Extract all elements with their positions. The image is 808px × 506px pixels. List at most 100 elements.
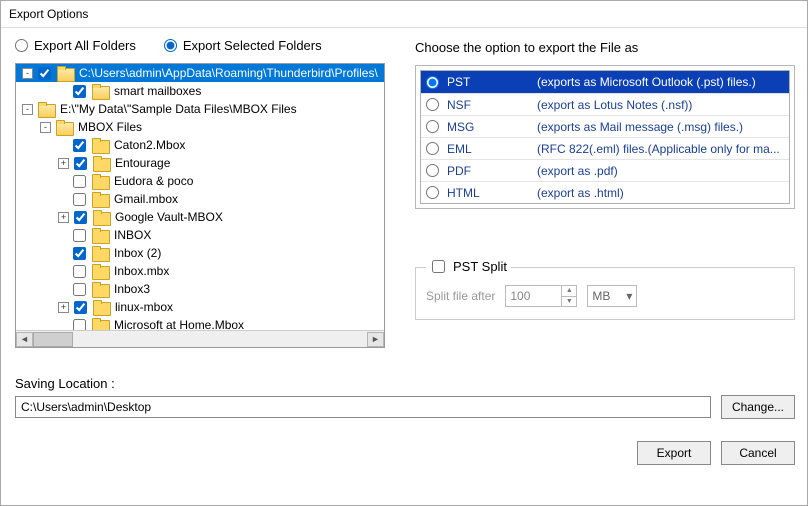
tree-row[interactable]: Microsoft at Home.Mbox [16,316,384,330]
tree-label: Microsoft at Home.Mbox [112,318,244,330]
folder-icon [92,84,108,98]
scroll-track[interactable] [33,332,367,347]
tree-label: E:\"My Data\"Sample Data Files\MBOX File… [58,102,297,116]
collapse-icon[interactable]: - [22,68,33,79]
scroll-thumb[interactable] [33,332,73,347]
tree-row[interactable]: Inbox3 [16,280,384,298]
format-panel: PST(exports as Microsoft Outlook (.pst) … [415,65,795,209]
format-name: NSF [447,98,537,112]
format-radio[interactable] [426,164,439,177]
format-radio[interactable] [426,76,439,89]
split-size-field[interactable] [506,286,561,306]
tree-label: INBOX [112,228,151,242]
format-radio[interactable] [426,120,439,133]
radio-export-all-label: Export All Folders [34,38,136,53]
cancel-button[interactable]: Cancel [721,441,795,465]
chevron-down-icon: ▾ [626,289,632,303]
tree-label: Caton2.Mbox [112,138,185,152]
format-option-html[interactable]: HTML(export as .html) [421,181,789,203]
tree-checkbox[interactable] [73,247,86,260]
folder-icon [92,192,108,206]
tree-row[interactable]: Gmail.mbox [16,190,384,208]
tree-checkbox[interactable] [73,193,86,206]
format-option-eml[interactable]: EML(RFC 822(.eml) files.(Applicable only… [421,137,789,159]
tree-row[interactable]: +Google Vault-MBOX [16,208,384,226]
format-option-msg[interactable]: MSG(exports as Mail message (.msg) files… [421,115,789,137]
tree-row[interactable]: Inbox (2) [16,244,384,262]
radio-export-all[interactable]: Export All Folders [15,38,136,53]
pst-split-group: PST Split Split file after ▲▼ MB▾ [415,267,795,320]
tree-row[interactable]: Eudora & poco [16,172,384,190]
folder-icon [92,246,108,260]
horizontal-scrollbar[interactable]: ◄ ► [16,330,384,347]
folder-icon [92,318,108,330]
tree-checkbox[interactable] [73,283,86,296]
tree-checkbox[interactable] [38,67,51,80]
folder-tree: - C:\Users\admin\AppData\Roaming\Thunderb… [15,63,385,348]
format-desc: (exports as Microsoft Outlook (.pst) fil… [537,75,789,89]
format-radio[interactable] [426,142,439,155]
tree-checkbox[interactable] [73,229,86,242]
tree-row[interactable]: - E:\"My Data\"Sample Data Files\MBOX Fil… [16,100,384,118]
tree-checkbox[interactable] [73,319,86,331]
tree-label: Inbox3 [112,282,150,296]
tree-row[interactable]: + linux-mbox [16,298,384,316]
pst-split-checkbox[interactable] [432,260,445,273]
split-unit-select[interactable]: MB▾ [587,285,637,307]
format-name: HTML [447,186,537,200]
format-radio[interactable] [426,98,439,111]
tree-label: smart mailboxes [112,84,201,98]
format-list: PST(exports as Microsoft Outlook (.pst) … [420,70,790,204]
tree-row[interactable]: Caton2.Mbox [16,136,384,154]
tree-checkbox[interactable] [74,301,87,314]
tree-label: Inbox.mbx [112,264,169,278]
saving-location-input[interactable] [15,396,711,418]
format-option-pst[interactable]: PST(exports as Microsoft Outlook (.pst) … [421,71,789,93]
tree-label: Entourage [113,156,170,170]
format-desc: (RFC 822(.eml) files.(Applicable only fo… [537,142,789,156]
folder-icon [56,120,72,134]
tree-label: linux-mbox [113,300,173,314]
expand-icon[interactable]: + [58,302,69,313]
tree-row[interactable]: Inbox.mbx [16,262,384,280]
radio-export-selected[interactable]: Export Selected Folders [164,38,322,53]
tree-row[interactable]: - MBOX Files [16,118,384,136]
folder-icon [93,210,109,224]
folder-icon [92,282,108,296]
tree-checkbox[interactable] [73,265,86,278]
format-option-pdf[interactable]: PDF(export as .pdf) [421,159,789,181]
change-button[interactable]: Change... [721,395,795,419]
scroll-left-button[interactable]: ◄ [16,332,33,347]
tree-label: Eudora & poco [112,174,193,188]
spin-up[interactable]: ▲ [562,286,576,296]
expand-icon[interactable]: + [58,212,69,223]
expand-icon[interactable]: + [58,158,69,169]
tree-row[interactable]: + Entourage [16,154,384,172]
folder-icon [93,156,109,170]
folder-icon [92,138,108,152]
tree-row[interactable]: - C:\Users\admin\AppData\Roaming\Thunderb… [16,64,384,82]
format-name: EML [447,142,537,156]
format-name: PST [447,75,537,89]
scroll-right-button[interactable]: ► [367,332,384,347]
tree-checkbox[interactable] [73,175,86,188]
split-size-input[interactable]: ▲▼ [505,285,577,307]
spin-down[interactable]: ▼ [562,296,576,307]
format-option-nsf[interactable]: NSF(export as Lotus Notes (.nsf)) [421,93,789,115]
tree-label: C:\Users\admin\AppData\Roaming\Thunderbi… [77,66,378,80]
tree-checkbox[interactable] [74,211,87,224]
split-after-label: Split file after [426,289,495,303]
collapse-icon[interactable]: - [22,104,33,115]
tree-label: MBOX Files [76,120,142,134]
tree-checkbox[interactable] [74,157,87,170]
collapse-icon[interactable]: - [40,122,51,133]
tree-row[interactable]: INBOX [16,226,384,244]
tree-checkbox[interactable] [73,85,86,98]
tree-row[interactable]: smart mailboxes [16,82,384,100]
saving-location-label: Saving Location : [15,376,795,391]
export-button[interactable]: Export [637,441,711,465]
folder-icon [93,300,109,314]
format-radio[interactable] [426,186,439,199]
format-desc: (export as .html) [537,186,789,200]
tree-checkbox[interactable] [73,139,86,152]
